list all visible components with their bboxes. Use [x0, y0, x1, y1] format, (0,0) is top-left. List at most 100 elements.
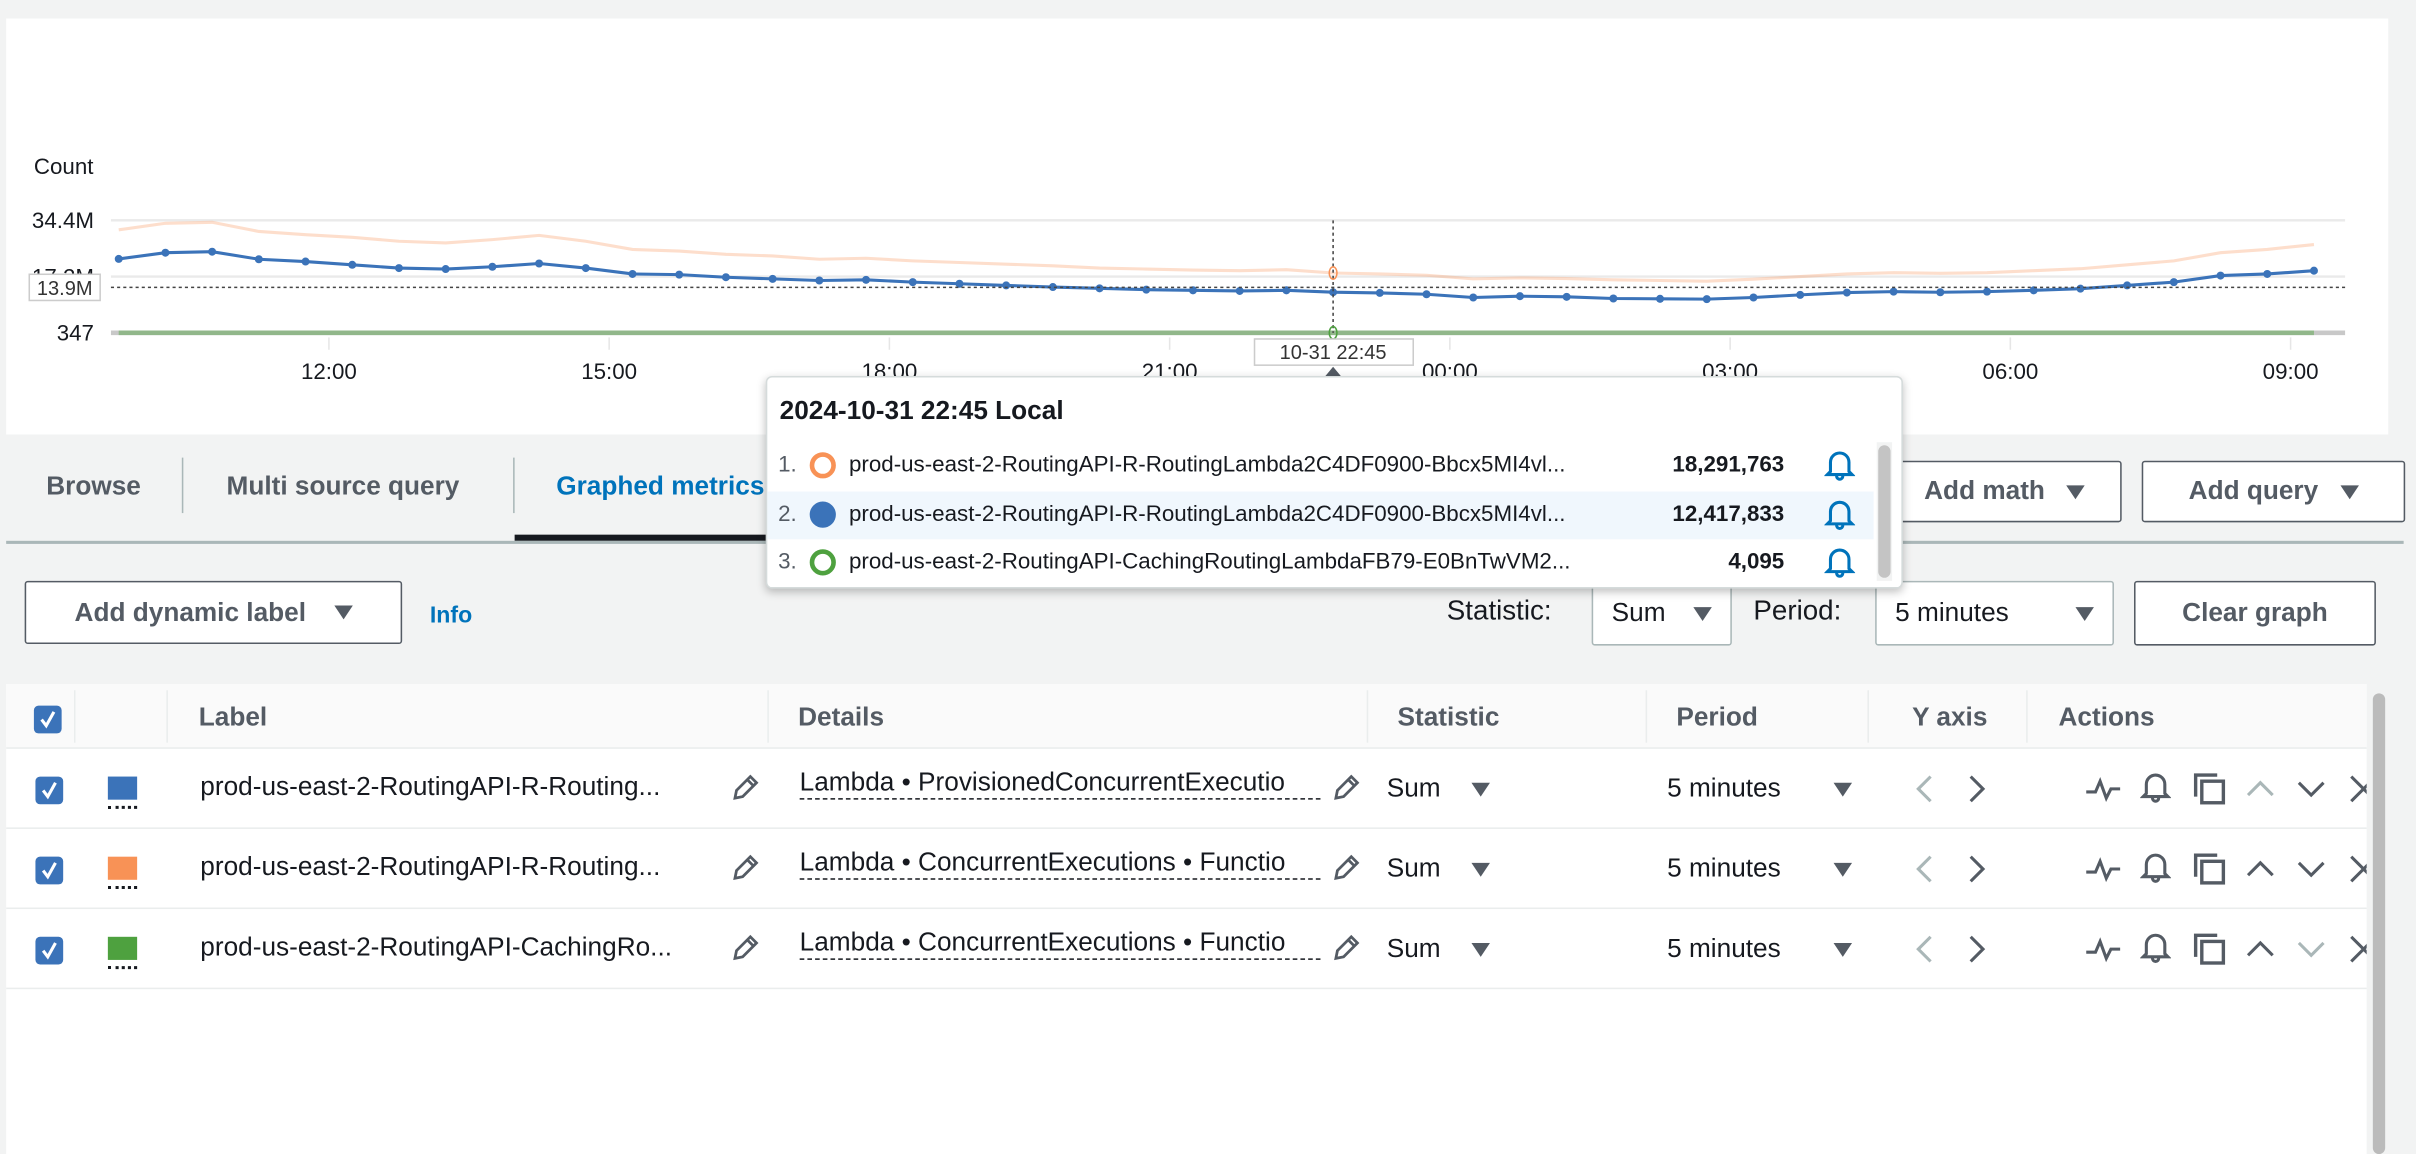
series-color-swatch[interactable]: [107, 776, 138, 800]
data-point: [348, 260, 357, 269]
graph-annotation-pulse-icon[interactable]: [2085, 935, 2122, 970]
caret-down-icon: [2339, 484, 2359, 499]
tooltip-scrollbar-track[interactable]: [1876, 442, 1893, 581]
tooltip-row[interactable]: 2. prod-us-east-2-RoutingAPI-R-RoutingLa…: [767, 490, 1874, 539]
remove-x-icon[interactable]: [2348, 773, 2367, 812]
edit-label-pencil-icon[interactable]: [730, 932, 761, 971]
data-point: [581, 264, 590, 273]
column-header-actions[interactable]: Actions: [2059, 703, 2155, 734]
row-checkbox[interactable]: [35, 856, 64, 885]
data-point: [1842, 288, 1851, 297]
series-marker-icon: [809, 500, 837, 534]
y-axis-right-chevron-icon[interactable]: [1966, 854, 1988, 893]
add-query-button[interactable]: Add query: [2141, 460, 2406, 523]
period-select[interactable]: 5 minutes: [1875, 580, 2114, 646]
edit-details-pencil-icon[interactable]: [1331, 932, 1362, 971]
tab-divider: [181, 457, 184, 514]
edit-details-pencil-icon[interactable]: [1331, 852, 1362, 891]
statistic-select[interactable]: Sum: [1591, 580, 1732, 646]
line-chart[interactable]: Count 34.4M17.2M347 12:0015:0018:0021:00…: [6, 18, 2388, 434]
edit-label-pencil-icon[interactable]: [730, 852, 761, 891]
add-dynamic-label-button[interactable]: Add dynamic label: [24, 580, 403, 645]
caret-down-icon: [1693, 606, 1712, 621]
period-value: 5 minutes: [1895, 597, 2009, 628]
duplicate-copy-icon[interactable]: [2193, 932, 2227, 974]
series-marker-icon: [809, 451, 837, 485]
tooltip-scrollbar-thumb[interactable]: [1878, 445, 1891, 578]
table-scrollbar-track[interactable]: [2369, 684, 2392, 1154]
caret-down-icon: [333, 605, 353, 620]
edit-label-pencil-icon[interactable]: [730, 772, 761, 811]
metric-details[interactable]: Lambda • ProvisionedConcurrentExecutio: [799, 767, 1321, 800]
move-down-chevron-icon[interactable]: [2296, 858, 2327, 887]
metric-details[interactable]: Lambda • ConcurrentExecutions • Functio: [799, 928, 1321, 960]
y-axis-left-chevron-icon[interactable]: [1914, 854, 1936, 893]
duplicate-copy-icon[interactable]: [2193, 852, 2227, 894]
tooltip-row-value: 18,291,763: [1672, 452, 1785, 478]
column-header-details[interactable]: Details: [798, 703, 884, 734]
column-header-y-axis[interactable]: Y axis: [1912, 703, 1987, 734]
tab-multi-source-query[interactable]: Multi source query: [226, 471, 459, 502]
row-statistic-select[interactable]: Sum: [1387, 934, 1490, 965]
row-statistic-value: Sum: [1386, 773, 1441, 803]
check-icon: [41, 781, 57, 800]
clear-graph-button[interactable]: Clear graph: [2134, 580, 2376, 646]
row-statistic-select[interactable]: Sum: [1387, 773, 1490, 804]
move-down-chevron-icon[interactable]: [2296, 938, 2327, 967]
table-scrollbar-thumb[interactable]: [2372, 693, 2386, 1154]
metric-label: prod-us-east-2-RoutingAPI-R-Routing...: [200, 852, 661, 882]
add-query-label: Add query: [2188, 476, 2319, 506]
row-period-select[interactable]: 5 minutes: [1667, 934, 1853, 965]
column-header-period[interactable]: Period: [1676, 703, 1758, 734]
add-math-button[interactable]: Add math: [1887, 460, 2122, 523]
y-axis-left-chevron-icon[interactable]: [1914, 934, 1936, 973]
graph-annotation-pulse-icon[interactable]: [2085, 855, 2122, 890]
series-color-swatch[interactable]: [107, 856, 138, 880]
tooltip-row[interactable]: 1. prod-us-east-2-RoutingAPI-R-RoutingLa…: [767, 442, 1873, 490]
data-point: [2076, 284, 2085, 293]
data-point: [1983, 287, 1992, 296]
row-checkbox[interactable]: [35, 936, 64, 965]
row-period-select[interactable]: 5 minutes: [1667, 854, 1853, 885]
series-marker-icon: [809, 549, 837, 583]
caret-down-icon: [1471, 942, 1490, 957]
column-header-statistic[interactable]: Statistic: [1398, 703, 1500, 734]
tooltip-row[interactable]: 3. prod-us-east-2-RoutingAPI-CachingRout…: [767, 539, 1873, 587]
column-divider: [767, 690, 769, 743]
series-color-swatch[interactable]: [107, 936, 138, 960]
move-up-chevron-icon[interactable]: [2245, 778, 2276, 807]
bell-icon[interactable]: [1823, 448, 1856, 488]
data-point: [161, 248, 170, 257]
remove-x-icon[interactable]: [2348, 854, 2367, 893]
y-axis-right-chevron-icon[interactable]: [1966, 934, 1988, 973]
create-alarm-bell-icon[interactable]: [2139, 851, 2172, 893]
data-point: [721, 273, 730, 282]
row-checkbox[interactable]: [35, 776, 64, 805]
create-alarm-bell-icon[interactable]: [2139, 770, 2172, 812]
tab-graphed-metrics[interactable]: Graphed metrics: [556, 471, 766, 502]
column-divider: [1645, 690, 1648, 743]
row-period-select[interactable]: 5 minutes: [1667, 773, 1853, 804]
info-link[interactable]: Info: [430, 602, 472, 628]
metric-details[interactable]: Lambda • ConcurrentExecutions • Functio: [799, 847, 1321, 880]
select-all-checkbox[interactable]: [33, 705, 62, 734]
edit-details-pencil-icon[interactable]: [1331, 772, 1362, 811]
row-statistic-select[interactable]: Sum: [1387, 854, 1490, 885]
caret-down-icon: [2066, 484, 2085, 499]
move-up-chevron-icon[interactable]: [2245, 858, 2276, 887]
move-down-chevron-icon[interactable]: [2296, 778, 2327, 807]
create-alarm-bell-icon[interactable]: [2139, 931, 2172, 973]
y-axis-right-chevron-icon[interactable]: [1966, 773, 1988, 812]
data-point: [2123, 281, 2132, 290]
tab-browse[interactable]: Browse: [46, 471, 141, 502]
add-dynamic-label-label: Add dynamic label: [74, 597, 306, 627]
remove-x-icon[interactable]: [2348, 934, 2367, 973]
graph-annotation-pulse-icon[interactable]: [2085, 775, 2122, 810]
y-axis-left-chevron-icon[interactable]: [1914, 773, 1936, 812]
bell-icon[interactable]: [1823, 497, 1856, 537]
data-point: [2309, 266, 2318, 275]
move-up-chevron-icon[interactable]: [2245, 938, 2276, 967]
column-header-label[interactable]: Label: [199, 703, 267, 734]
bell-icon[interactable]: [1823, 545, 1856, 585]
duplicate-copy-icon[interactable]: [2193, 772, 2227, 814]
